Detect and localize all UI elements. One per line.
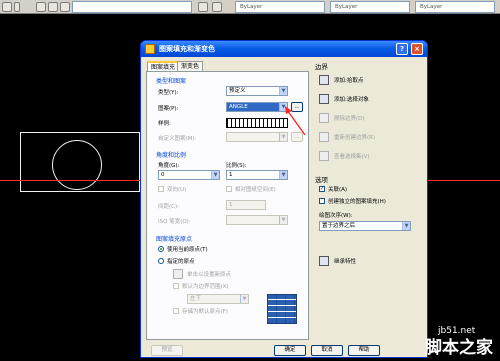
tab-gradient[interactable]: 渐变色 (177, 61, 204, 71)
inherit-properties-button[interactable]: 继承特性 (334, 257, 356, 265)
iso-pen-label: ISO 笔宽(O): (158, 219, 191, 225)
pattern-label: 图案(P): (158, 106, 179, 112)
sample-label: 样例: (158, 121, 171, 127)
layer-previous-icon[interactable] (212, 2, 222, 12)
app-icon (145, 44, 155, 54)
draw-order-label: 绘图次序(W): (319, 213, 353, 219)
separate-hatch-checkbox[interactable] (319, 198, 325, 204)
type-select[interactable]: 预定义 ▼ (226, 86, 288, 96)
pick-point-icon[interactable] (319, 75, 329, 85)
tab-hatch[interactable]: 图案填充 (147, 61, 180, 71)
double-label: 双向(U) (167, 187, 187, 193)
dropdown-icon[interactable] (14, 2, 20, 12)
chevron-down-icon: ▼ (240, 295, 248, 303)
chevron-down-icon: ▼ (211, 171, 219, 179)
recreate-boundary-button[interactable]: 重新创建边界(R) (334, 133, 375, 141)
add-select-objects-button[interactable]: 添加:选择对象 (334, 95, 369, 103)
view-selection-icon[interactable] (319, 151, 329, 161)
hatch-dialog: 图案填充和渐变色 ? × 图案填充 渐变色 类型和图案 类型(Y): 预定义 ▼… (140, 40, 428, 358)
preview-button[interactable]: 预览 (151, 345, 183, 356)
boundary-title: 边界 (315, 63, 328, 71)
lineweight-combo[interactable]: ByLayer (415, 1, 495, 13)
type-value: 预定义 (229, 88, 246, 94)
spacing-label: 间距(C): (158, 204, 179, 210)
iso-pen-select[interactable]: ▼ (226, 215, 288, 225)
specified-origin-label: 指定的原点 (167, 259, 195, 265)
scale-label: 比例(S): (226, 163, 247, 169)
add-pick-point-button[interactable]: 添加:拾取点 (334, 76, 363, 84)
angle-select[interactable]: 0 ▼ (158, 170, 220, 180)
spacing-input[interactable]: 1 (226, 200, 266, 210)
ok-button[interactable]: 确定 (274, 345, 306, 356)
select-objects-icon[interactable] (319, 94, 329, 104)
default-extent-label: 默认为边界范围(X) (182, 284, 229, 290)
bulb-icon[interactable] (36, 2, 46, 12)
scale-value: 1 (229, 172, 233, 178)
help-footer-button[interactable]: 帮助 (348, 345, 380, 356)
double-checkbox[interactable] (158, 186, 164, 192)
angle-value: 0 (161, 172, 165, 178)
origin-position-value: 左下 (190, 296, 202, 302)
pattern-value: ANGLE (229, 104, 248, 110)
remove-boundary-icon[interactable] (319, 113, 329, 123)
help-button[interactable]: ? (396, 43, 408, 55)
pattern-select[interactable]: ANGLE ▼ (226, 102, 288, 112)
use-current-origin-radio[interactable] (158, 246, 164, 252)
click-origin-icon[interactable] (173, 269, 183, 279)
associative-checkbox[interactable]: ✓ (319, 186, 325, 192)
relative-paper-checkbox[interactable] (226, 186, 232, 192)
drawn-circle[interactable] (52, 140, 102, 190)
watermark-site: jb51.net (438, 326, 476, 336)
dialog-titlebar[interactable]: 图案填充和渐变色 ? × (141, 41, 427, 57)
view-selection-button[interactable]: 查看选择集(V) (334, 152, 370, 160)
angle-label: 角度(G): (158, 163, 180, 169)
type-label: 类型(Y): (158, 90, 179, 96)
inherit-properties-icon[interactable] (319, 256, 329, 266)
relative-paper-label: 相对图纸空间(E) (235, 187, 276, 193)
chevron-down-icon: ▼ (402, 222, 410, 230)
draw-order-value: 置于边界之后 (322, 223, 356, 229)
click-origin-label: 单击以设置新原点 (187, 272, 232, 278)
origin-position-select[interactable]: 左下 ▼ (187, 294, 249, 304)
annotation-arrow (285, 106, 306, 136)
hatch-sample-swatch[interactable] (226, 118, 288, 128)
custom-pattern-select[interactable]: ▼ (226, 132, 288, 142)
origin-preview-image (267, 294, 297, 324)
associative-label: 关联(A) (328, 187, 348, 193)
remove-boundary-button[interactable]: 删除边界(D) (334, 114, 365, 122)
dialog-title: 图案填充和渐变色 (159, 45, 215, 53)
sun-icon[interactable] (48, 2, 58, 12)
chevron-down-icon: ▼ (279, 87, 287, 95)
layer-icon[interactable] (2, 2, 12, 12)
specified-origin-radio[interactable] (158, 258, 164, 264)
lock-icon[interactable] (60, 2, 70, 12)
watermark-brand: 脚本之家 (425, 338, 493, 358)
layer-manager-icon[interactable] (198, 2, 208, 12)
layer-combo[interactable] (72, 1, 192, 13)
cancel-button[interactable]: 取消 (311, 345, 343, 356)
scale-select[interactable]: 1 ▼ (226, 170, 288, 180)
top-toolbar: ByLayer ByLayer ByLayer (0, 0, 500, 14)
chevron-down-icon: ▼ (279, 216, 287, 224)
default-extent-checkbox[interactable] (173, 283, 179, 289)
color-combo[interactable]: ByLayer (235, 1, 325, 13)
store-default-label: 存储为默认原点(F) (182, 309, 228, 315)
store-default-checkbox[interactable] (173, 308, 179, 314)
recreate-boundary-icon[interactable] (319, 132, 329, 142)
separate-hatch-label: 创建独立的图案填充(H) (328, 199, 386, 205)
angle-group-title: 角度和比例 (156, 152, 187, 159)
origin-group-title: 图案填充原点 (156, 236, 193, 243)
close-button[interactable]: × (411, 43, 423, 55)
options-title: 选项 (315, 176, 328, 184)
custom-pattern-label: 自定义图案(M): (158, 136, 197, 142)
linetype-combo[interactable]: ByLayer (330, 1, 410, 13)
chevron-down-icon: ▼ (279, 171, 287, 179)
use-current-origin-label: 使用当前原点(T) (167, 247, 208, 253)
draw-order-select[interactable]: 置于边界之后 ▼ (319, 221, 411, 231)
type-group-title: 类型和图案 (156, 78, 187, 85)
